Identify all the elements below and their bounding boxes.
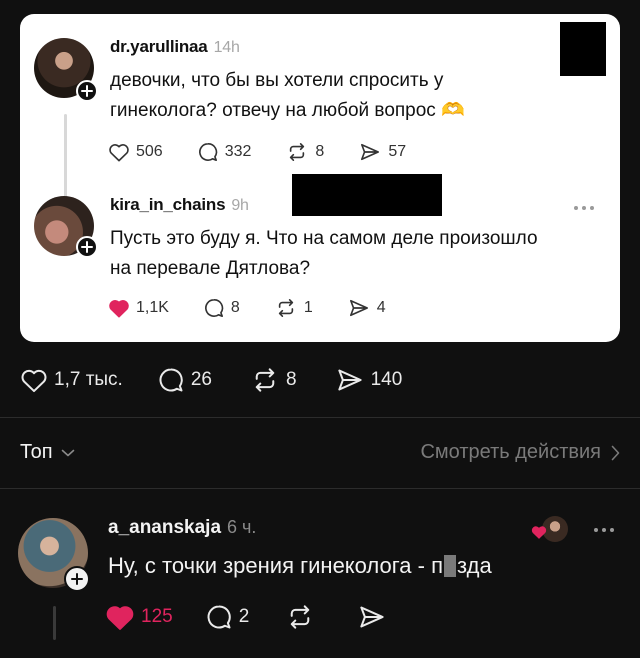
post-text-line: гинеколога? отвечу на любой вопрос 🫶 [110,100,465,121]
like-button[interactable]: 1,1K [108,298,169,318]
post-text-line: девочки, что бы вы хотели спросить у [110,70,444,91]
send-icon [360,606,384,628]
username[interactable]: a_ananskaja [108,517,221,538]
heart-icon [21,369,47,393]
reply-button[interactable]: 26 [157,367,212,393]
reply-author[interactable]: kira_in_chains 9h [110,195,249,215]
chevron-down-icon [61,449,74,456]
follow-plus-icon[interactable] [76,236,98,258]
comment-time: 6 ч. [227,517,257,537]
reply-count: 26 [190,369,212,390]
reply-count: 2 [238,606,250,627]
repost-button[interactable]: 8 [250,367,297,393]
thread-line [53,606,56,640]
repost-icon [255,368,275,392]
comment-icon [207,605,231,629]
like-button[interactable]: 125 [105,603,173,631]
repost-button[interactable] [285,604,321,630]
comment-text-part: Ну, с точки зрения гинеколога - п [108,553,443,578]
like-count: 1,7 тыс. [54,369,123,390]
heart-icon [109,144,129,162]
username[interactable]: kira_in_chains [110,195,226,214]
like-count: 506 [136,143,163,160]
reply-count: 332 [224,143,252,160]
censor-block [444,555,456,577]
heart-filled-icon [531,526,547,539]
share-button[interactable]: 4 [347,298,386,318]
post-actions: 506 332 8 57 [108,140,406,164]
share-count: 140 [370,369,403,390]
like-count: 1,1K [136,299,169,316]
repost-icon [278,299,294,317]
post-text: девочки, что бы вы хотели спросить у гин… [110,66,465,126]
comment-icon [159,368,183,392]
more-options-icon[interactable] [594,528,614,532]
comment-actions: 125 2 [105,602,393,632]
post-author[interactable]: dr.yarullinaa 14h [110,37,240,57]
redaction-box [292,174,442,216]
reply-text: Пусть это буду я. Что на самом деле прои… [110,224,538,284]
repost-icon [291,605,310,629]
reply-text-line: на перевале Дятлова? [110,258,311,279]
username[interactable]: dr.yarullinaa [110,37,208,56]
sort-dropdown[interactable]: Топ [20,441,75,464]
sort-label: Топ [20,441,53,463]
reply-text-line: Пусть это буду я. Что на самом деле прои… [110,228,538,249]
repost-count: 8 [285,369,297,390]
reply-time: 9h [231,197,249,214]
reply-actions: 1,1K 8 1 4 [108,296,386,320]
like-count: 125 [141,606,173,627]
share-count: 57 [388,143,407,160]
reply-button[interactable]: 8 [203,298,240,318]
divider [0,488,640,489]
reply-button[interactable]: 2 [205,604,250,630]
liked-by-author-badge [530,516,568,542]
repost-button[interactable]: 1 [274,298,313,318]
thread-line [64,114,67,200]
comment-icon [198,142,217,161]
comment-text-part: зда [457,553,492,578]
more-options-icon[interactable] [574,206,594,210]
send-icon [361,143,380,161]
heart-filled-icon [109,300,129,318]
follow-plus-icon[interactable] [76,80,98,102]
share-button[interactable]: 140 [335,367,403,393]
chevron-right-icon [611,445,620,460]
share-count: 4 [376,299,386,316]
like-button[interactable]: 506 [108,142,163,162]
send-icon [337,369,362,391]
divider [0,417,640,418]
repost-count: 8 [315,143,325,160]
repost-icon [290,143,305,161]
view-activity-link[interactable]: Смотреть действия [420,441,620,464]
follow-plus-icon[interactable] [64,566,90,592]
share-button[interactable] [357,604,393,630]
comment-icon [205,298,224,317]
reply-button[interactable]: 332 [197,142,252,162]
reply-count: 8 [230,299,240,316]
post-time: 14h [213,39,240,56]
comment-author[interactable]: a_ananskaja 6 ч. [108,517,256,539]
repost-count: 1 [303,299,313,316]
quoted-thread-card[interactable]: dr.yarullinaa 14h девочки, что бы вы хоте… [20,14,620,342]
repost-button[interactable]: 8 [285,142,324,162]
share-button[interactable]: 57 [358,142,406,162]
like-button[interactable]: 1,7 тыс. [20,367,123,393]
comment-text: Ну, с точки зрения гинеколога - п зда [108,553,492,579]
send-icon [349,299,368,317]
post-stats-bar: 1,7 тыс. 26 8 140 [20,366,402,394]
heart-filled-icon [106,606,134,630]
redaction-box [560,22,606,76]
view-activity-label: Смотреть действия [420,441,601,463]
